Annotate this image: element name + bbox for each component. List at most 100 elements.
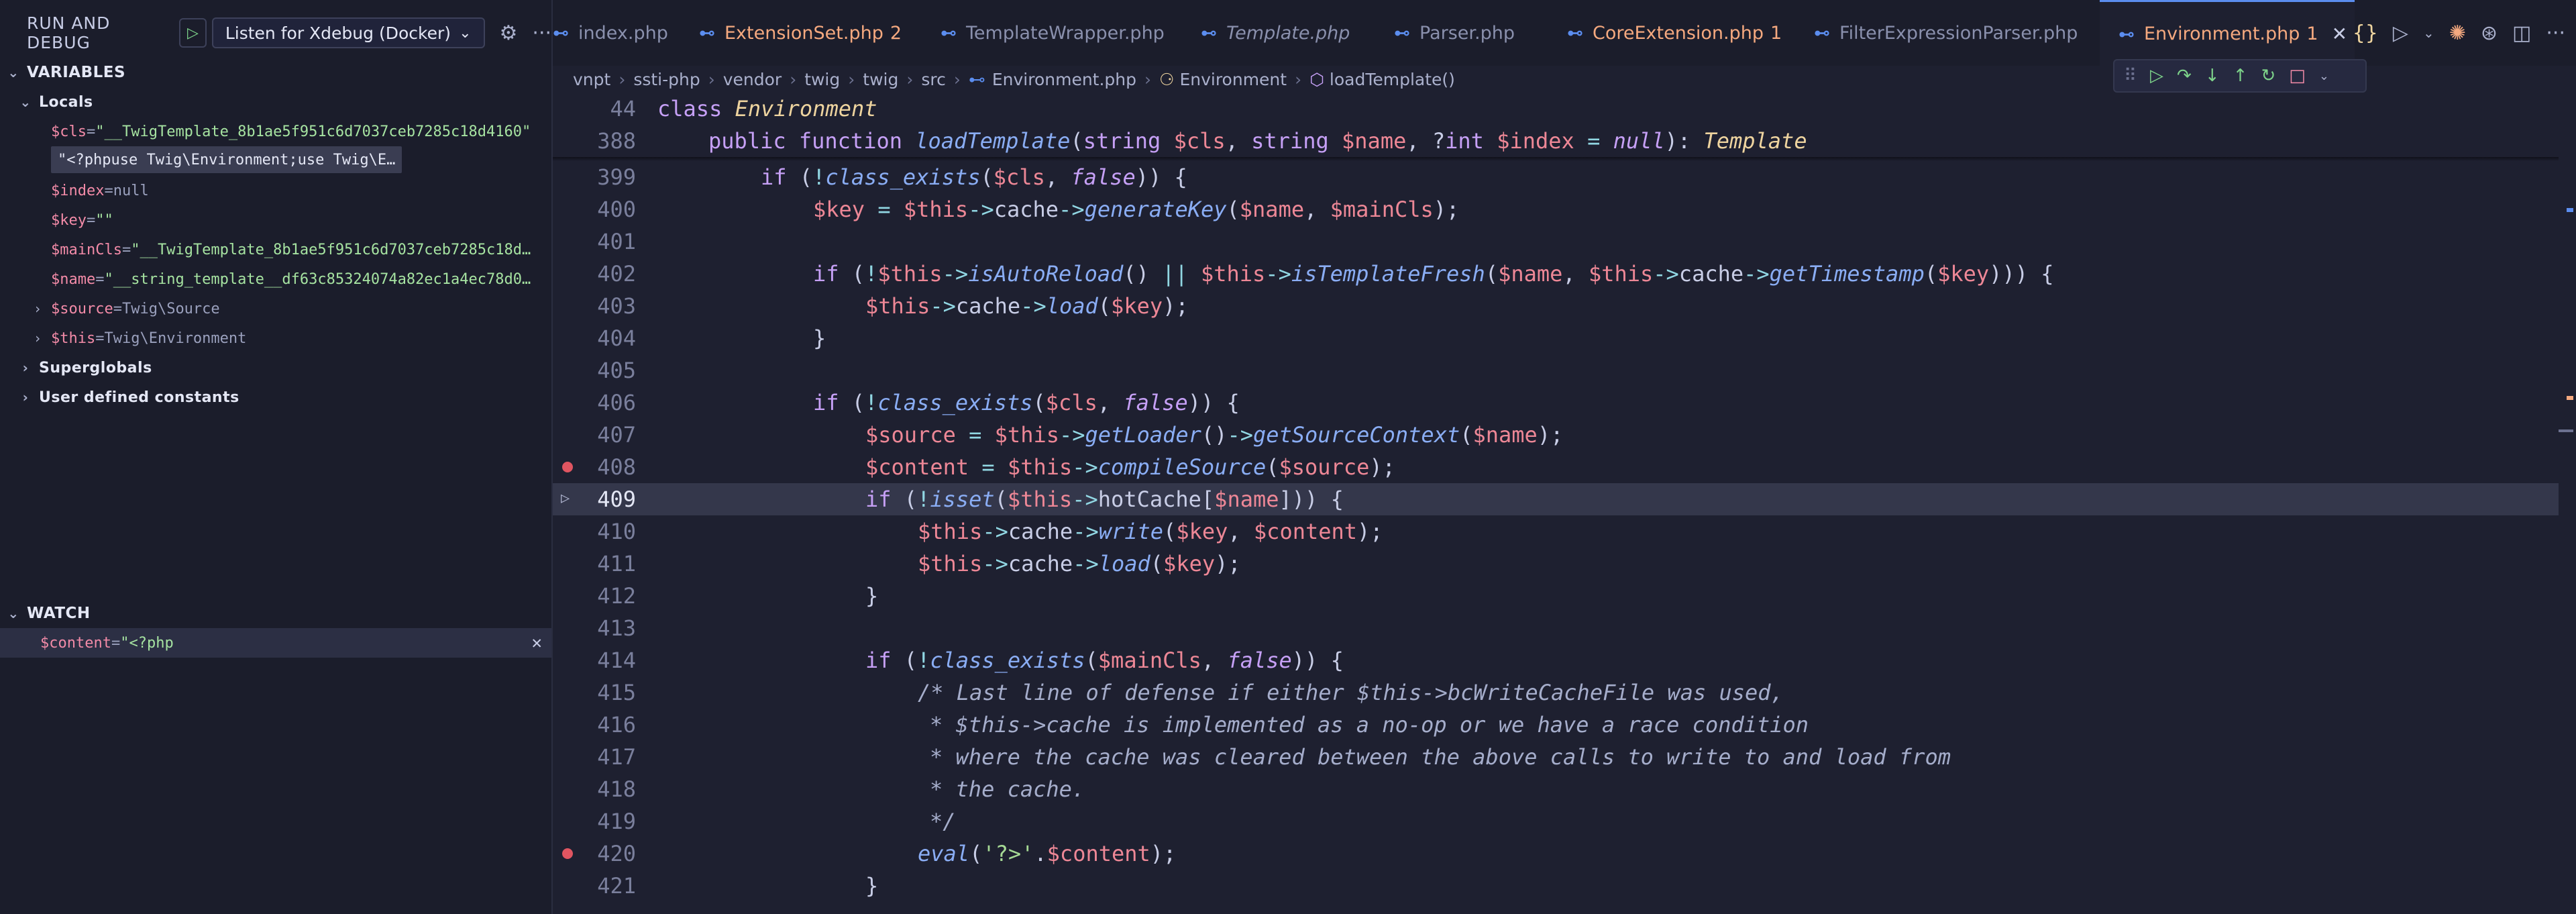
superglobals-label: Superglobals — [39, 359, 152, 376]
chevron-down-icon: ⌄ — [19, 94, 32, 110]
more-actions-icon[interactable]: ··· — [2546, 21, 2565, 45]
code-text: } — [865, 583, 879, 609]
remove-watch-icon[interactable]: ✕ — [531, 628, 542, 658]
code-line[interactable]: 413 — [553, 612, 2576, 644]
code-line[interactable]: 402 if (!$this->isAutoReload() || $this-… — [553, 258, 2576, 290]
variable-name: $cls — [51, 123, 87, 140]
php-file-icon: ⊷ — [2118, 24, 2135, 44]
variable-row-name[interactable]: $name = "__string_template__df63c8532407… — [0, 264, 602, 294]
line-number: 399 — [597, 164, 636, 190]
variable-row-index[interactable]: $index = null — [0, 176, 602, 205]
openai-icon[interactable]: ⊛ — [2481, 21, 2498, 45]
code-editor[interactable]: 44 class Environment 388 public function… — [553, 93, 2576, 914]
code-line[interactable]: 414 if (!class_exists($mainCls, false)) … — [553, 644, 2576, 676]
close-icon[interactable]: ✕ — [2332, 23, 2347, 45]
code-line[interactable]: 412 } — [553, 580, 2576, 612]
scroll-marker — [2567, 396, 2573, 400]
tab-template-php[interactable]: ⊷ Template.php — [1201, 0, 1395, 66]
step-into-icon[interactable]: ↓ — [2205, 66, 2220, 86]
breadcrumb-segment[interactable]: twig — [804, 70, 840, 89]
editor-tab-bar: ⊷ index.php ⊷ ExtensionSet.php 2 ⊷ Templ… — [553, 0, 2576, 67]
variable-equals: = — [86, 123, 96, 140]
breadcrumb-segment[interactable]: vendor — [723, 70, 782, 89]
more-actions-icon[interactable]: ··· — [532, 21, 551, 45]
current-execution-line[interactable]: ▷ 409 if (!isset($this->hotCache[$name])… — [553, 483, 2576, 515]
variable-row-cls[interactable]: $cls = "__TwigTemplate_8b1ae5f951c6d7037… — [0, 117, 602, 146]
tab-parser-php[interactable]: ⊷ Parser.php — [1394, 0, 1568, 66]
code-line[interactable]: 416 * $this->cache is implemented as a n… — [553, 709, 2576, 741]
breakpoint-icon[interactable] — [562, 848, 573, 859]
code-line[interactable]: 404 } — [553, 322, 2576, 354]
code-line[interactable]: 411 $this->cache->load($key); — [553, 548, 2576, 580]
breadcrumb-class[interactable]: Environment — [1179, 70, 1287, 89]
code-line[interactable]: 419 */ — [553, 805, 2576, 837]
locals-scope[interactable]: ⌄ Locals — [0, 87, 551, 117]
tab-index-php[interactable]: ⊷ index.php — [553, 0, 707, 66]
variable-name: $mainCls — [51, 241, 122, 258]
braces-icon[interactable]: {} — [2353, 21, 2378, 45]
breadcrumb-method[interactable]: loadTemplate() — [1330, 70, 1455, 89]
editor-scrollbar[interactable] — [2559, 93, 2576, 914]
chevron-right-icon[interactable]: › — [24, 301, 51, 317]
code-line[interactable]: 410 $this->cache->write($key, $content); — [553, 515, 2576, 548]
code-line[interactable]: 408 $content = $this->compileSource($sou… — [553, 451, 2576, 483]
line-number: 419 — [597, 809, 636, 834]
variables-section-header[interactable]: ⌄ VARIABLES — [0, 58, 551, 87]
run-icon[interactable]: ▷ — [2393, 21, 2408, 45]
code-line[interactable]: 418 * the cache. — [553, 773, 2576, 805]
code-line[interactable]: 421 } — [553, 870, 2576, 902]
tab-coreextension-php[interactable]: ⊷ CoreExtension.php 1 — [1567, 0, 1815, 66]
code-line[interactable]: 405 — [553, 354, 2576, 387]
continue-icon[interactable]: ▷ — [2150, 66, 2163, 86]
start-debugging-button[interactable]: ▷ — [179, 18, 207, 48]
user-constants-scope[interactable]: › User defined constants — [0, 383, 551, 412]
breadcrumb-segment[interactable]: vnpt — [573, 70, 610, 89]
superglobals-scope[interactable]: › Superglobals — [0, 353, 551, 383]
variable-value: "" — [95, 211, 113, 229]
breadcrumb-segment[interactable]: twig — [863, 70, 898, 89]
tab-extensionset-php[interactable]: ⊷ ExtensionSet.php 2 — [699, 0, 941, 66]
code-line[interactable]: 400 $key = $this->cache->generateKey($na… — [553, 193, 2576, 225]
code-line[interactable]: 399 if (!class_exists($cls, false)) { — [553, 161, 2576, 193]
code-text: eval('?>'.$content); — [918, 841, 1177, 866]
tab-templatewrapper-php[interactable]: ⊷ TemplateWrapper.php — [941, 0, 1195, 66]
variable-row-key[interactable]: $key = "" — [0, 205, 602, 235]
code-line[interactable]: 415 /* Last line of defense if either $t… — [553, 676, 2576, 709]
code-line[interactable]: 403 $this->cache->load($key); — [553, 290, 2576, 322]
variable-row-maincls[interactable]: $mainCls = "__TwigTemplate_8b1ae5f951c6d… — [0, 235, 602, 264]
code-text: if (!class_exists($mainCls, false)) { — [865, 648, 1344, 673]
stop-icon[interactable]: □ — [2289, 66, 2306, 86]
variable-row-source[interactable]: › $source = Twig\Source — [0, 294, 576, 323]
chevron-down-icon[interactable]: ⌄ — [2319, 69, 2329, 83]
spark-icon[interactable]: ✺ — [2449, 21, 2466, 45]
variable-name: $key — [51, 211, 87, 229]
sticky-line[interactable]: 44 class Environment — [553, 93, 2576, 125]
code-line[interactable]: 401 — [553, 225, 2576, 258]
breadcrumb-segment[interactable]: ssti-php — [633, 70, 700, 89]
debug-config-select[interactable]: Listen for Xdebug (Docker) ⌄ — [211, 17, 485, 48]
variable-name: $index — [51, 182, 105, 199]
variable-row-this[interactable]: › $this = Twig\Environment — [0, 323, 576, 353]
tab-filterexpressionparser-php[interactable]: ⊷ FilterExpressionParser.php — [1814, 0, 2109, 66]
step-over-icon[interactable]: ↷ — [2177, 66, 2192, 86]
code-line[interactable]: 417 * where the cache was cleared betwee… — [553, 741, 2576, 773]
chevron-right-icon[interactable]: › — [24, 330, 51, 346]
tab-label: TemplateWrapper.php — [966, 22, 1165, 44]
code-line[interactable]: 420 eval('?>'.$content); — [553, 837, 2576, 870]
code-line[interactable]: 406 if (!class_exists($cls, false)) { — [553, 387, 2576, 419]
chevron-down-icon[interactable]: ⌄ — [2423, 25, 2434, 41]
step-out-icon[interactable]: ↑ — [2233, 66, 2248, 86]
split-editor-icon[interactable]: ◫ — [2512, 21, 2531, 45]
drag-handle-icon[interactable]: ⠿ — [2124, 66, 2137, 86]
gear-icon[interactable]: ⚙ — [500, 21, 518, 45]
breakpoint-icon[interactable] — [562, 462, 573, 472]
tab-environment-php[interactable]: ⊷ Environment.php 1 ✕ — [2100, 0, 2355, 66]
breadcrumb-file[interactable]: Environment.php — [992, 70, 1136, 89]
restart-icon[interactable]: ↻ — [2261, 66, 2275, 86]
watch-expression: $content — [40, 634, 111, 652]
watch-section-header[interactable]: ⌄ WATCH — [0, 599, 551, 628]
sticky-line[interactable]: 388 public function loadTemplate(string … — [553, 125, 2576, 157]
code-line[interactable]: 407 $source = $this->getLoader()->getSou… — [553, 419, 2576, 451]
breadcrumb-segment[interactable]: src — [921, 70, 946, 89]
watch-expression-row[interactable]: $content = "<?php ✕ — [0, 628, 551, 658]
